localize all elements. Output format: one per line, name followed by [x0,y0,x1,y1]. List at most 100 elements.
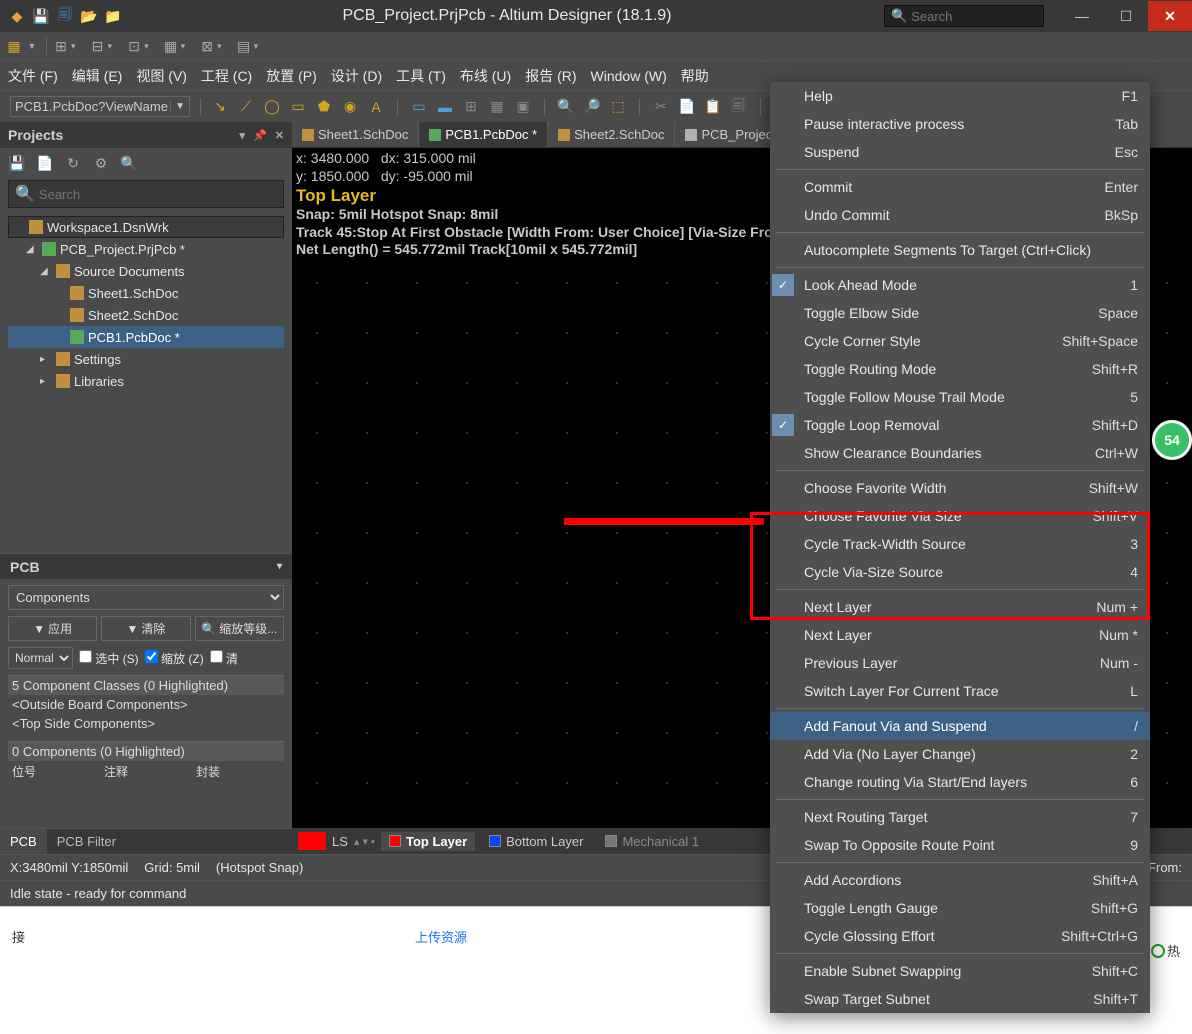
context-menu-item[interactable]: Swap To Opposite Route Point9 [770,831,1150,859]
tree-item[interactable]: ▸Libraries [8,370,284,392]
document-tab[interactable]: PCB1.PcbDoc * [419,122,548,147]
context-menu-item[interactable]: Next Routing Target7 [770,803,1150,831]
context-menu-item[interactable]: Toggle Routing ModeShift+R [770,355,1150,383]
toolbar-icon[interactable]: ▦▾ [161,38,188,54]
tool-icon[interactable]: ◉ [341,98,359,116]
upload-link[interactable]: 上传资源 [415,927,467,946]
tab-pcb[interactable]: PCB [0,829,47,854]
tool-icon[interactable]: ↘ [211,98,229,116]
zoom-checkbox[interactable]: 缩放 (Z) [145,650,204,667]
tool-icon[interactable]: ✂ [652,98,670,116]
tree-item[interactable]: Sheet2.SchDoc [8,304,284,326]
context-menu-item[interactable]: Toggle Elbow SideSpace [770,299,1150,327]
context-menu-item[interactable]: Switch Layer For Current TraceL [770,677,1150,705]
tool-icon[interactable]: ⬚ [609,98,627,116]
apply-button[interactable]: ▼ 应用 [8,616,97,641]
tab-pcb-filter[interactable]: PCB Filter [47,829,126,854]
pcb-mode-select[interactable]: Components [8,585,284,610]
tree-item[interactable]: ◢Source Documents [8,260,284,282]
layer-tab-mechanical[interactable]: Mechanical 1 [597,832,707,851]
view-mode-dropdown[interactable]: ▦▼ [4,38,42,54]
context-menu-item[interactable]: ✓Toggle Loop RemovalShift+D [770,411,1150,439]
tool-icon[interactable]: ▣ [514,98,532,116]
open-folder-icon[interactable]: 📂 [78,5,100,27]
tool-icon[interactable]: ⊞ [462,98,480,116]
layer-tab-bottom[interactable]: Bottom Layer [481,832,591,851]
close-button[interactable]: ✕ [1148,1,1192,31]
context-menu-item[interactable]: Autocomplete Segments To Target (Ctrl+Cl… [770,236,1150,264]
find-icon[interactable]: 🔍 [120,154,138,172]
context-menu-item[interactable]: Swap Target SubnetShift+T [770,985,1150,1013]
context-menu-item[interactable]: Choose Favorite WidthShift+W [770,474,1150,502]
layer-tab-top[interactable]: Top Layer [381,832,475,851]
context-menu-item[interactable]: Cycle Corner StyleShift+Space [770,327,1150,355]
normal-select[interactable]: Normal [8,647,73,669]
panel-close-icon[interactable]: ✕ [275,129,284,142]
context-menu-item[interactable]: Enable Subnet SwappingShift+C [770,957,1150,985]
menu-item[interactable]: 编辑 (E) [72,66,123,86]
routing-context-menu[interactable]: HelpF1Pause interactive processTabSuspen… [770,82,1150,1013]
context-menu-item[interactable]: SuspendEsc [770,138,1150,166]
tool-icon[interactable]: 🗐 [730,98,748,116]
toolbar-icon[interactable]: ⊡▾ [124,38,151,54]
panel-options-icon[interactable]: ▾ [240,129,246,142]
component-class-list[interactable]: 5 Component Classes (0 Highlighted) <Out… [8,675,284,733]
ls-label[interactable]: LS [332,834,348,849]
col-footprint[interactable]: 封装 [192,761,284,782]
context-menu-item[interactable]: Next LayerNum + [770,593,1150,621]
context-menu-item[interactable]: Add Via (No Layer Change)2 [770,740,1150,768]
menu-item[interactable]: 文件 (F) [8,66,58,86]
tree-item[interactable]: ◢PCB_Project.PrjPcb * [8,238,284,260]
tool-icon[interactable]: 📄 [678,98,696,116]
context-menu-item[interactable]: Undo CommitBkSp [770,201,1150,229]
tree-item[interactable]: Sheet1.SchDoc [8,282,284,304]
notification-badge[interactable]: 54 [1152,420,1192,460]
refresh-icon[interactable]: ↻ [64,154,82,172]
context-menu-item[interactable]: Previous LayerNum - [770,649,1150,677]
context-menu-item[interactable]: Cycle Track-Width Source3 [770,530,1150,558]
menu-item[interactable]: 放置 (P) [266,66,317,86]
context-menu-item[interactable]: ✓Look Ahead Mode1 [770,271,1150,299]
menu-item[interactable]: 工程 (C) [201,66,252,86]
tree-item[interactable]: Workspace1.DsnWrk [8,216,284,238]
pcb-panel-header[interactable]: PCB▾ [0,553,292,579]
save-icon[interactable]: 💾 [30,5,52,27]
col-designator[interactable]: 位号 [8,761,100,782]
save-icon[interactable]: 💾 [8,154,26,172]
tool-icon[interactable]: A [367,98,385,116]
menu-item[interactable]: 报告 (R) [525,66,576,86]
menu-item[interactable]: 视图 (V) [136,66,187,86]
current-layer-swatch[interactable] [298,832,326,850]
menu-item[interactable]: 设计 (D) [331,66,382,86]
menu-item[interactable]: 布线 (U) [460,66,511,86]
context-menu-item[interactable]: CommitEnter [770,173,1150,201]
maximize-button[interactable]: ☐ [1104,1,1148,31]
active-document-selector[interactable]: PCB1.PcbDoc?ViewName▼ [10,96,190,117]
toolbar-icon[interactable]: ⊞▾ [51,38,78,54]
tool-icon[interactable]: 🔍 [557,98,575,116]
context-menu-item[interactable]: HelpF1 [770,82,1150,110]
col-comment[interactable]: 注释 [100,761,192,782]
tool-icon[interactable]: ◯ [263,98,281,116]
toolbar-icon[interactable]: ⊟▾ [88,38,115,54]
toolbar-icon[interactable]: ⊠▾ [197,38,224,54]
panel-pin-icon[interactable]: 📌 [253,129,267,142]
projects-search[interactable]: 🔍 [8,180,284,208]
footer-app-link[interactable]: 热 [1151,941,1180,960]
tool-icon[interactable]: ▭ [289,98,307,116]
context-menu-item[interactable]: Toggle Follow Mouse Trail Mode5 [770,383,1150,411]
tool-icon[interactable]: ▦ [488,98,506,116]
document-tab[interactable]: Sheet2.SchDoc [548,122,675,147]
context-menu-item[interactable]: Add AccordionsShift+A [770,866,1150,894]
context-menu-item[interactable]: Pause interactive processTab [770,110,1150,138]
zoom-button[interactable]: 🔍 缩放等级... [195,616,284,641]
document-tab[interactable]: Sheet1.SchDoc [292,122,419,147]
tool-icon[interactable]: ⟋ [237,98,255,116]
context-menu-item[interactable]: Show Clearance BoundariesCtrl+W [770,439,1150,467]
list-item[interactable]: <Top Side Components> [8,714,284,733]
menu-item[interactable]: 工具 (T) [396,66,446,86]
context-menu-item[interactable]: Next LayerNum * [770,621,1150,649]
context-menu-item[interactable]: Change routing Via Start/End layers6 [770,768,1150,796]
save-all-icon[interactable]: 🗐 [54,5,76,27]
tool-icon[interactable]: 📋 [704,98,722,116]
